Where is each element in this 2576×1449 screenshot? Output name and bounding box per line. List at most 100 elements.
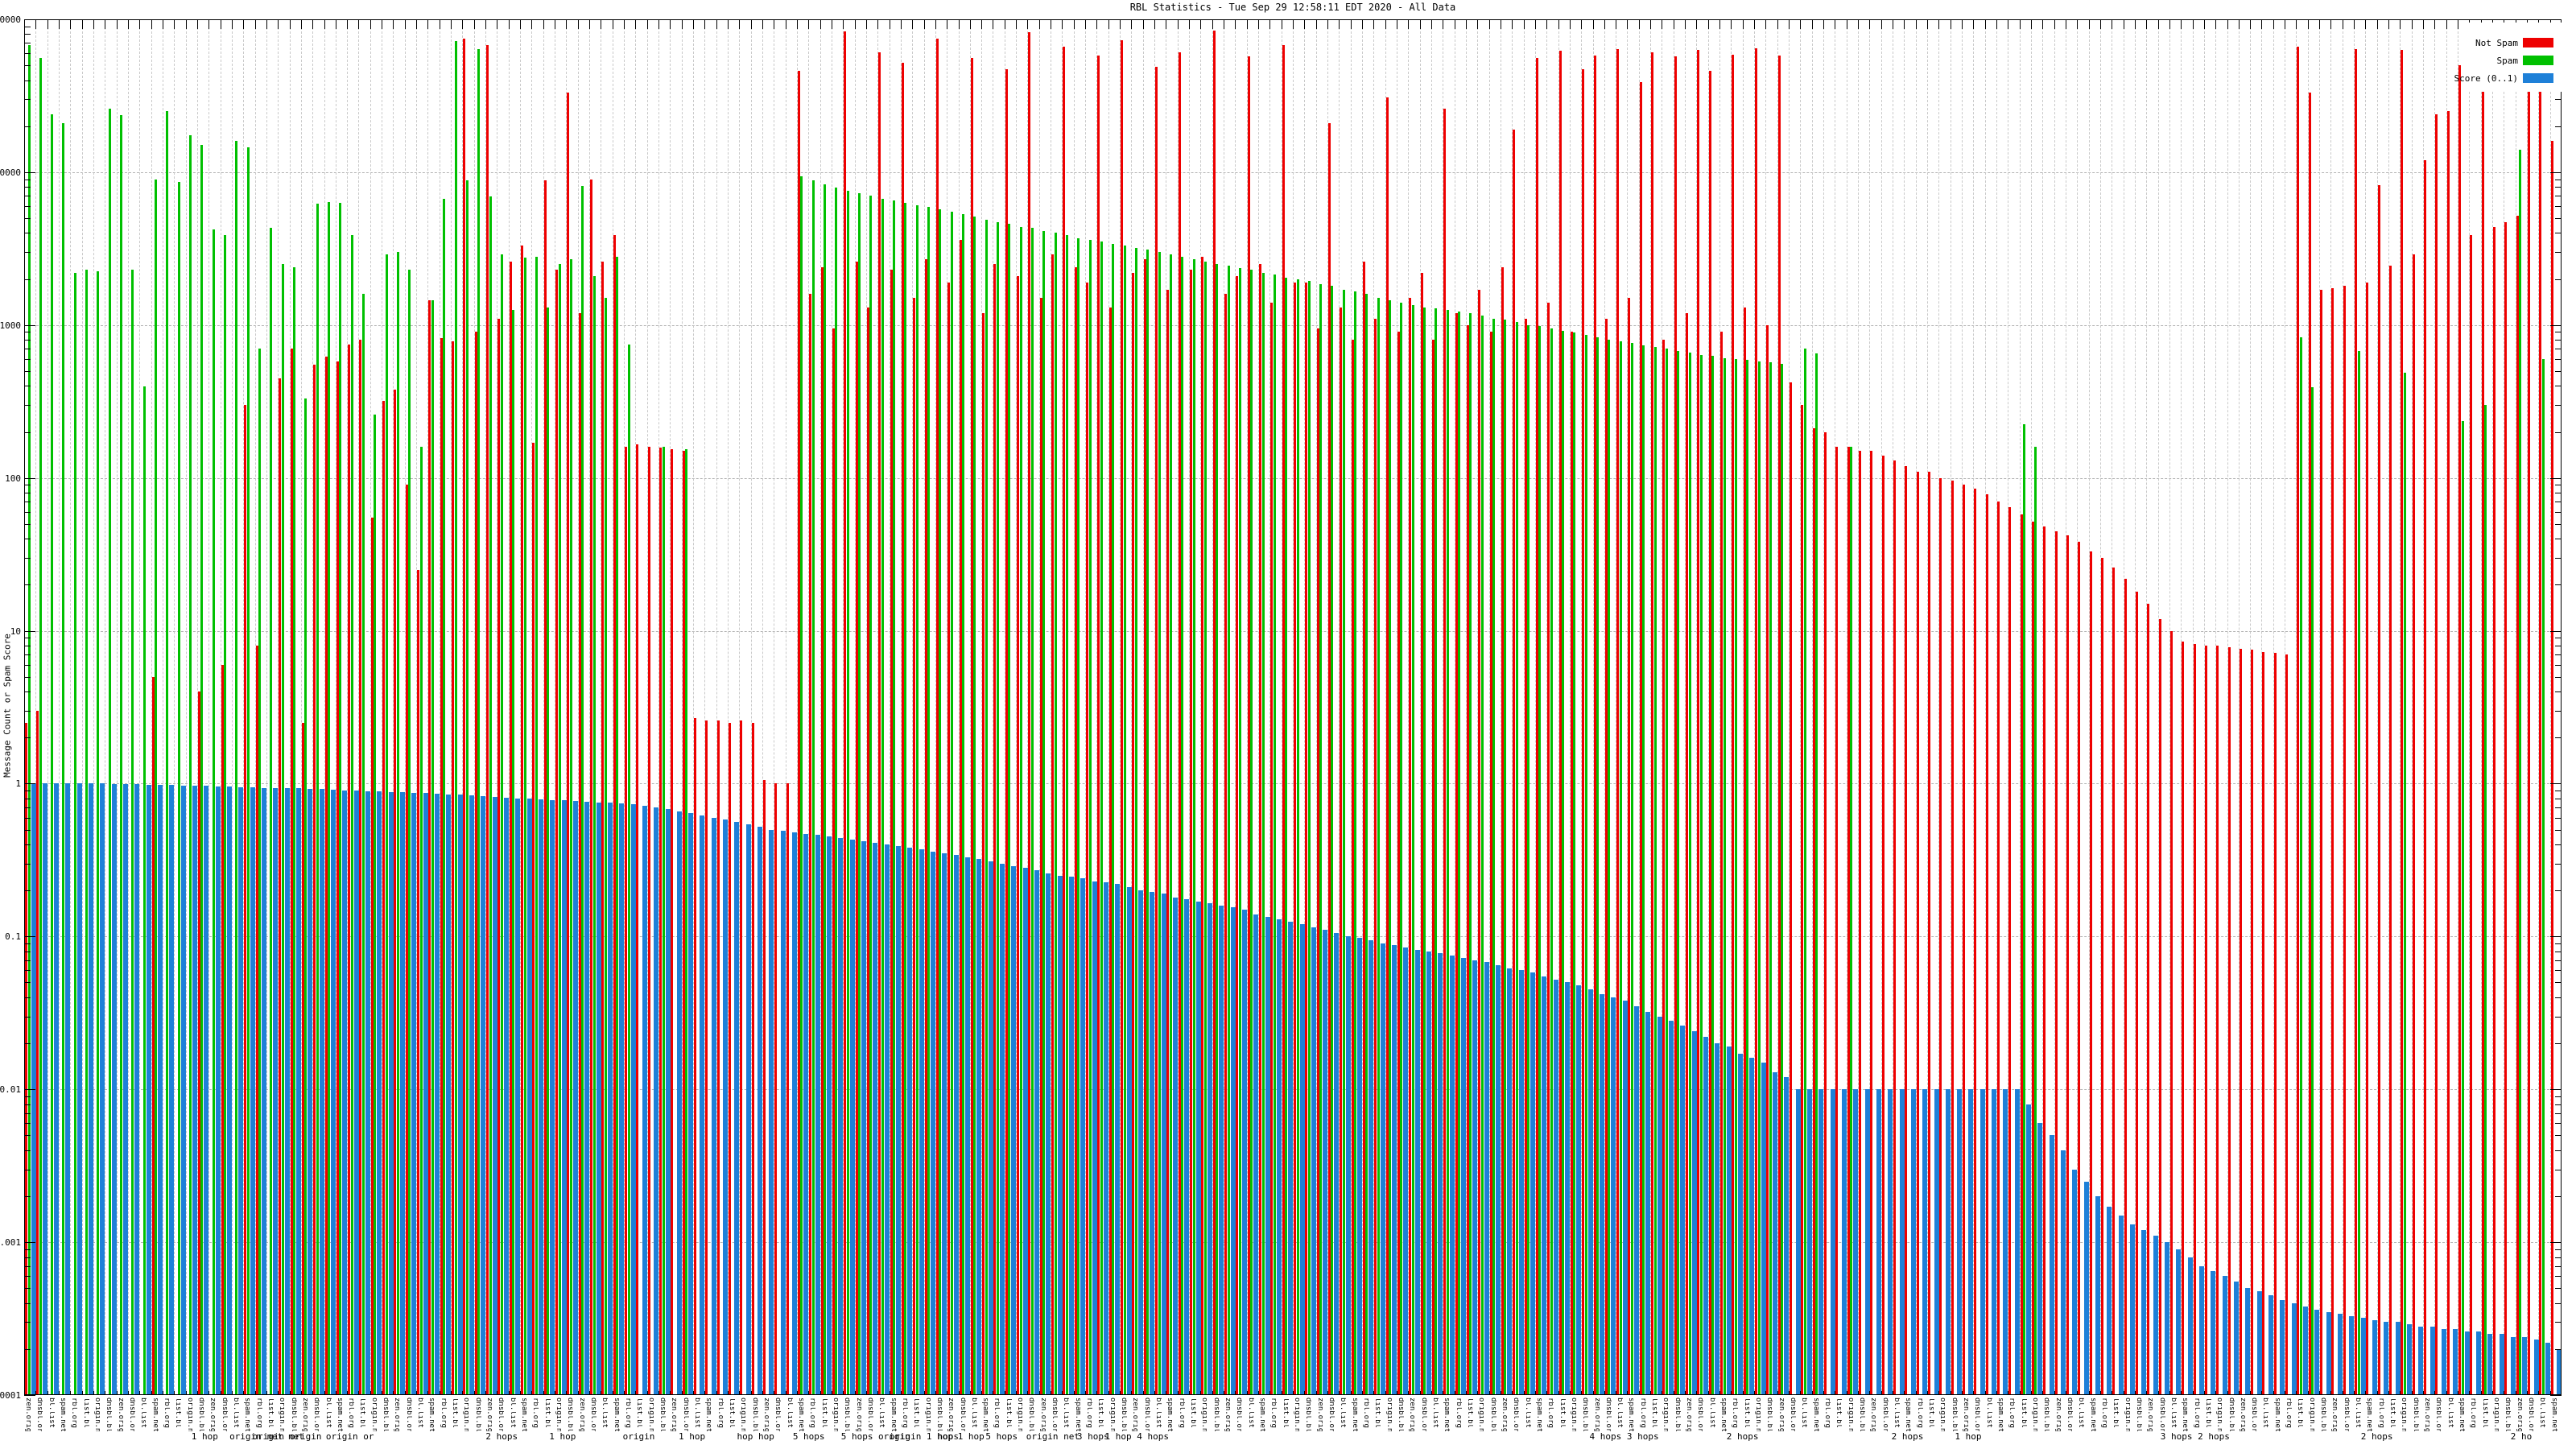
x-tick [2307, 1391, 2309, 1395]
score-bar [446, 794, 452, 1395]
spam-bar [558, 264, 561, 1395]
x-tick-label: bl.list origin [508, 1397, 516, 1431]
not-spam-bar [2251, 650, 2254, 1395]
x-tick [1569, 19, 1571, 29]
x-tick-label: rbl.org origin [1915, 1397, 1923, 1431]
x-tick [2388, 1391, 2390, 1395]
not-spam-bar [2493, 226, 2496, 1395]
y-minor-tick [2555, 1288, 2562, 1290]
x-tick [1430, 1391, 1432, 1395]
score-bar [896, 846, 902, 1395]
x-tick-label: bl.list origin [2261, 1397, 2269, 1431]
score-bar [1876, 1089, 1881, 1395]
score-bar [815, 835, 820, 1395]
x-tick [1777, 19, 1778, 29]
score-bar [734, 822, 740, 1395]
y-major-tick [24, 171, 35, 173]
score-bar [169, 785, 175, 1395]
x-tick-label: rbl.org origin [808, 1397, 816, 1431]
x-tick [1938, 1391, 1940, 1395]
y-minor-tick [24, 431, 31, 433]
not-spam-bar [2320, 290, 2323, 1395]
rbl-statistics-chart: RBL Statistics - Tue Sep 29 12:58:11 EDT… [0, 0, 2576, 1449]
score-bar [2326, 1311, 2331, 1395]
x-tick-label: origin.net hop [2307, 1397, 2315, 1431]
score-bar [1299, 924, 1305, 1395]
score-bar [2049, 1135, 2054, 1395]
score-bar [1888, 1089, 1893, 1395]
x-tick-label: list.bl 3 hops [543, 1397, 551, 1431]
x-tick-label: dnsbl.bl 5 hops [1212, 1397, 1220, 1431]
x-tick-label: origin.net hop [1846, 1397, 1854, 1431]
y-minor-tick [2555, 829, 2562, 831]
x-tick [670, 19, 671, 29]
y-minor-tick [2555, 1348, 2562, 1350]
x-tick-label: spam.net 1 hop [1166, 1397, 1174, 1431]
not-spam-bar [647, 446, 650, 1395]
x-tick [1246, 1391, 1248, 1395]
x-tick [981, 19, 983, 29]
y-minor-tick [2555, 1123, 2562, 1125]
x-tick [1465, 19, 1467, 29]
legend-item-not-spam: Not Spam [2475, 34, 2553, 52]
not-spam-bar [2389, 265, 2392, 1395]
x-tick [762, 19, 763, 29]
y-minor-tick [24, 1265, 31, 1267]
x-axis-sublabel: origin origin [252, 1431, 322, 1442]
x-tick [1373, 1391, 1375, 1395]
x-tick [1938, 19, 1940, 29]
not-spam-bar [2147, 604, 2150, 1395]
spam-bar [419, 446, 423, 1395]
score-bar [700, 815, 705, 1395]
not-spam-bar [671, 448, 674, 1395]
x-tick-label: zen.origin 1 hop [947, 1397, 954, 1431]
score-bar [1195, 901, 1201, 1395]
x-tick-label: spam.net 1 hop [58, 1397, 66, 1431]
score-bar [1080, 878, 1086, 1395]
x-tick [1685, 19, 1686, 29]
x-tick-label: origin.net hop [369, 1397, 378, 1431]
spam-bar [361, 294, 365, 1395]
x-tick [796, 19, 798, 29]
spam-bar [1158, 252, 1161, 1395]
score-bar [561, 799, 567, 1395]
score-bar [1368, 939, 1374, 1395]
x-tick [1696, 1391, 1698, 1395]
score-bar [2176, 1249, 2182, 1395]
x-tick [624, 1391, 625, 1395]
x-tick-label: dnsbl.org 2 hops [1604, 1397, 1612, 1431]
y-minor-tick [24, 279, 31, 280]
x-tick-label: origin.net hop [1938, 1397, 1946, 1431]
x-tick [854, 1391, 856, 1395]
x-tick [1811, 1391, 1813, 1395]
y-minor-tick [24, 252, 31, 254]
x-tick [704, 1391, 706, 1395]
x-tick [566, 19, 568, 29]
score-bar [769, 829, 774, 1395]
spam-bar [1088, 240, 1092, 1395]
x-tick [1361, 19, 1363, 29]
score-bar [942, 853, 947, 1395]
score-bar [2429, 1327, 2435, 1395]
x-tick [2307, 19, 2309, 29]
spam-bar [1019, 226, 1022, 1395]
score-bar [1680, 1026, 1686, 1395]
score-bar [931, 851, 936, 1395]
not-spam-bar [751, 722, 754, 1395]
x-tick-label: origin.net hop [1569, 1397, 1577, 1431]
y-major-tick [2550, 1395, 2562, 1396]
x-tick [1304, 1391, 1306, 1395]
x-tick [1293, 1391, 1294, 1395]
spam-bar [1480, 316, 1484, 1395]
y-minor-tick [2555, 1113, 2562, 1114]
spam-bar [1203, 261, 1207, 1395]
not-spam-bar [2331, 287, 2334, 1395]
x-tick-label: origin.net hop [278, 1397, 286, 1431]
y-minor-tick [2555, 1302, 2562, 1304]
score-bar [331, 790, 336, 1395]
x-tick [1269, 19, 1271, 29]
x-tick-label: origin.net hop [93, 1397, 101, 1431]
x-tick-label: bl.list origin [1430, 1397, 1439, 1431]
x-tick-label: origin.net hop [739, 1397, 747, 1431]
score-bar [2280, 1299, 2285, 1395]
